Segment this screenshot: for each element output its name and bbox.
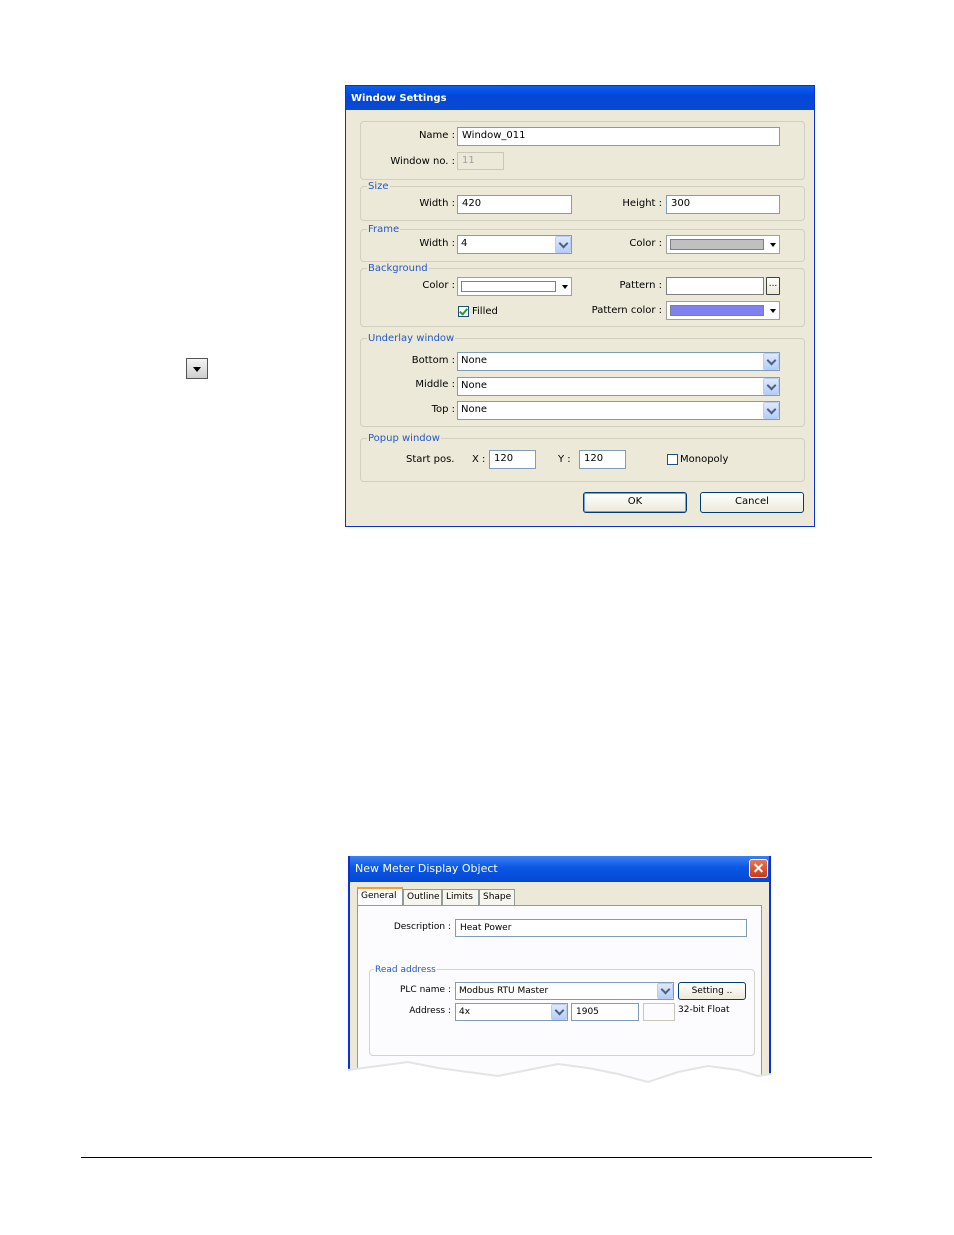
- address-label: Address :: [409, 1006, 451, 1016]
- dialog-title: Window Settings: [351, 93, 447, 104]
- description-label: Description :: [393, 922, 451, 932]
- underlay-top-label: Top :: [431, 404, 455, 415]
- tab-general[interactable]: General: [357, 887, 403, 905]
- address-spacer-box: [643, 1003, 675, 1021]
- background-color-swatch: [461, 281, 556, 292]
- tab-limits[interactable]: Limits: [442, 889, 479, 905]
- popup-title: Popup window: [367, 433, 441, 445]
- background-color-dropdown-icon: [562, 284, 568, 289]
- tab-shape[interactable]: Shape: [479, 889, 515, 905]
- address-input[interactable]: 1905: [571, 1003, 639, 1021]
- setting-button[interactable]: Setting ..: [678, 982, 746, 1000]
- underlay-bottom-select[interactable]: None: [457, 352, 780, 371]
- plc-name-select[interactable]: Modbus RTU Master: [455, 982, 674, 1000]
- underlay-middle-select[interactable]: None: [457, 377, 780, 396]
- tab-outline[interactable]: Outline: [403, 889, 442, 905]
- close-button[interactable]: [749, 859, 768, 878]
- ok-button[interactable]: OK: [583, 492, 687, 513]
- size-height-label: Height :: [622, 198, 662, 209]
- background-color-label: Color :: [422, 280, 455, 291]
- data-format-label: 32-bit Float: [678, 1005, 730, 1015]
- pattern-color-swatch: [670, 305, 764, 316]
- filled-label: Filled: [472, 306, 498, 317]
- background-title: Background: [367, 263, 429, 275]
- pattern-input[interactable]: [666, 277, 764, 295]
- pattern-color-label: Pattern color :: [591, 305, 662, 316]
- monopoly-checkbox[interactable]: [667, 454, 678, 465]
- frame-color-label: Color :: [629, 238, 662, 249]
- frame-color-dropdown-icon: [770, 242, 776, 247]
- window-settings-dialog: Window Settings Name : Window_011 Window…: [345, 85, 815, 527]
- size-width-label: Width :: [419, 198, 455, 209]
- meter-title-bar[interactable]: New Meter Display Object: [350, 856, 769, 882]
- name-label: Name :: [418, 130, 455, 141]
- footer-rule: [81, 1157, 872, 1158]
- start-pos-label: Start pos.: [406, 454, 455, 465]
- plc-name-dropdown-icon[interactable]: [657, 983, 673, 999]
- size-width-input[interactable]: 420: [457, 195, 572, 214]
- dropdown-arrow-icon: [186, 358, 208, 379]
- size-height-input[interactable]: 300: [666, 195, 780, 214]
- window-no-input: 11: [457, 152, 504, 170]
- plc-name-label: PLC name :: [399, 985, 451, 995]
- popup-x-input[interactable]: 120: [489, 450, 536, 469]
- frame-width-dropdown-icon[interactable]: [555, 236, 571, 253]
- window-no-label: Window no. :: [390, 156, 455, 167]
- close-icon: [750, 860, 767, 877]
- meter-dialog: New Meter Display Object General Outline…: [348, 856, 771, 1086]
- pattern-color-dropdown-icon: [770, 308, 776, 313]
- frame-color-swatch: [670, 239, 764, 250]
- torn-edge: [348, 1060, 771, 1088]
- underlay-bottom-dropdown-icon[interactable]: [763, 353, 779, 370]
- read-address-title: Read address: [374, 964, 437, 976]
- meter-dialog-title: New Meter Display Object: [355, 862, 498, 875]
- underlay-top-dropdown-icon[interactable]: [763, 402, 779, 419]
- frame-color-picker[interactable]: [666, 235, 780, 254]
- underlay-middle-dropdown-icon[interactable]: [763, 378, 779, 395]
- popup-y-label: Y :: [558, 454, 571, 465]
- title-bar[interactable]: Window Settings: [346, 86, 814, 110]
- address-type-dropdown-icon[interactable]: [551, 1004, 567, 1020]
- pattern-browse-button[interactable]: ...: [766, 277, 780, 295]
- pattern-color-picker[interactable]: [666, 301, 780, 320]
- popup-x-label: X :: [472, 454, 486, 465]
- underlay-top-select[interactable]: None: [457, 401, 780, 420]
- underlay-title: Underlay window: [367, 333, 456, 345]
- background-color-picker[interactable]: [457, 277, 572, 296]
- monopoly-label: Monopoly: [680, 454, 729, 465]
- frame-title: Frame: [367, 224, 401, 236]
- description-input[interactable]: Heat Power: [455, 919, 747, 937]
- frame-width-label: Width :: [419, 238, 455, 249]
- underlay-bottom-label: Bottom :: [411, 355, 455, 366]
- underlay-middle-label: Middle :: [415, 379, 455, 390]
- pattern-label: Pattern :: [619, 280, 662, 291]
- size-title: Size: [367, 181, 390, 193]
- filled-checkbox[interactable]: [458, 306, 469, 317]
- cancel-button[interactable]: Cancel: [700, 492, 804, 513]
- name-input[interactable]: Window_011: [457, 127, 780, 146]
- popup-y-input[interactable]: 120: [579, 450, 626, 469]
